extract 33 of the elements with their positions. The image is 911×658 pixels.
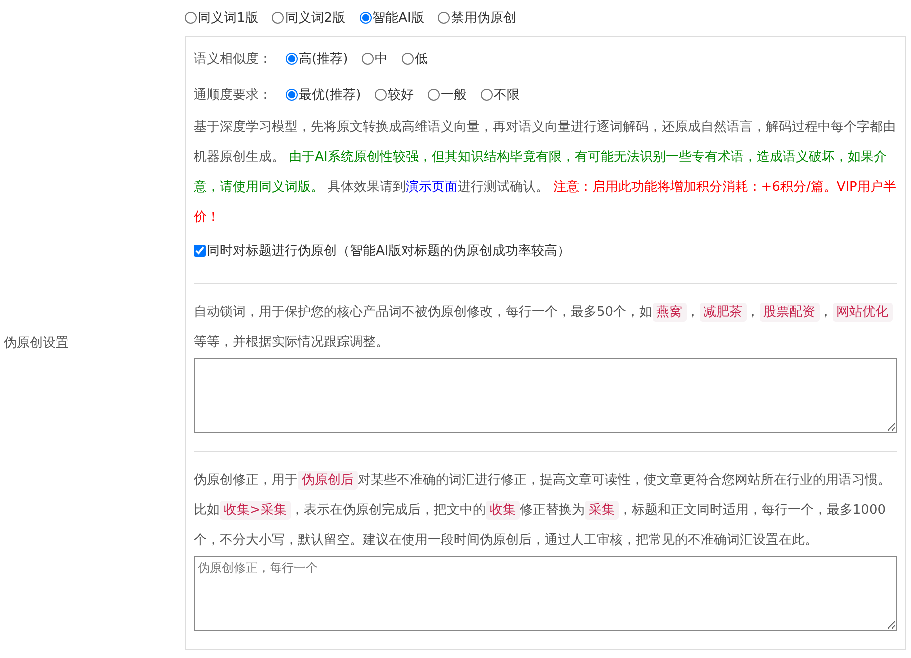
radio-button[interactable] xyxy=(362,53,374,65)
checkbox-option[interactable]: 同时对标题进行伪原创（智能AI版对标题的伪原创成功率较高） xyxy=(194,242,571,260)
radio-option[interactable]: 较好 xyxy=(375,86,414,104)
radio-option[interactable]: 同义词1版 xyxy=(185,9,258,27)
radio-option[interactable]: 最优(推荐) xyxy=(286,86,362,104)
radio-button[interactable] xyxy=(185,12,197,24)
radio-option[interactable]: 高(推荐) xyxy=(286,50,348,68)
radio-button[interactable] xyxy=(360,12,372,24)
radio-button[interactable] xyxy=(286,89,298,101)
description-paragraph: 基于深度学习模型，先将原文转换成高维语义向量，再对语义向量进行逐词解码，还原成自然语言，解码过程中每个字都由机器原创生成。 由于AI系统原创性较强，但其知识结构毕竟有限，有可能无法识别一些专有术语，造成语义破坏，如果介意，请使用同义词版。 具体效果请到演示页面进行测试确认。 注意：启用此功能将增加积分消耗：+6积分/篇。VIP用户半价！ xyxy=(194,119,897,227)
radio-option[interactable]: 一般 xyxy=(428,86,468,104)
radio-option[interactable]: 同义词2版 xyxy=(272,9,346,27)
row-label: 伪原创设置 xyxy=(4,335,69,352)
radio-button[interactable] xyxy=(481,89,494,101)
radio-button[interactable] xyxy=(375,89,388,101)
description-paragraph: 伪原创修正，用于 伪原创后 对某些不准确的词汇进行修正，提高文章可读性，使文章更符合您网站所在行业的用语习惯。比如 收集>采集 ，表示在伪原创完成后，把文中的 收集 修正替换为 采集 ，标题和正文同时适用，每行一个，最多1000个，不分大小写，默认留空。建议在使用一段时间伪原创后，通过人工审核，把常见的不准确词汇设置在此。 xyxy=(194,470,892,550)
lock-words-field[interactable] xyxy=(194,358,897,433)
radio-option[interactable]: 中 xyxy=(362,50,388,68)
radio-option[interactable]: 智能AI版 xyxy=(360,9,424,27)
field-label: 通顺度要求： xyxy=(194,87,272,104)
correction-field[interactable]: 伪原创修正，每行一个 xyxy=(194,556,897,631)
field-label: 语义相似度： xyxy=(194,51,272,68)
radio-option[interactable]: 低 xyxy=(402,50,428,68)
radio-option[interactable]: 不限 xyxy=(481,86,520,104)
radio-button[interactable] xyxy=(402,53,414,65)
demo-page-link[interactable]: 演示页面 xyxy=(406,180,458,195)
description-paragraph: 自动锁词，用于保护您的核心产品词不被伪原创修改，每行一个，最多50个，如 燕窝 ， 减肥茶 ， 股票配资 ， 网站优化 等等，并根据实际情况跟踪调整。 xyxy=(194,298,897,358)
radio-button[interactable] xyxy=(272,12,284,24)
radio-button[interactable] xyxy=(428,89,440,101)
checkbox[interactable] xyxy=(194,245,206,257)
radio-button[interactable] xyxy=(438,12,450,24)
radio-option[interactable]: 禁用伪原创 xyxy=(438,9,516,27)
radio-button[interactable] xyxy=(286,53,298,65)
